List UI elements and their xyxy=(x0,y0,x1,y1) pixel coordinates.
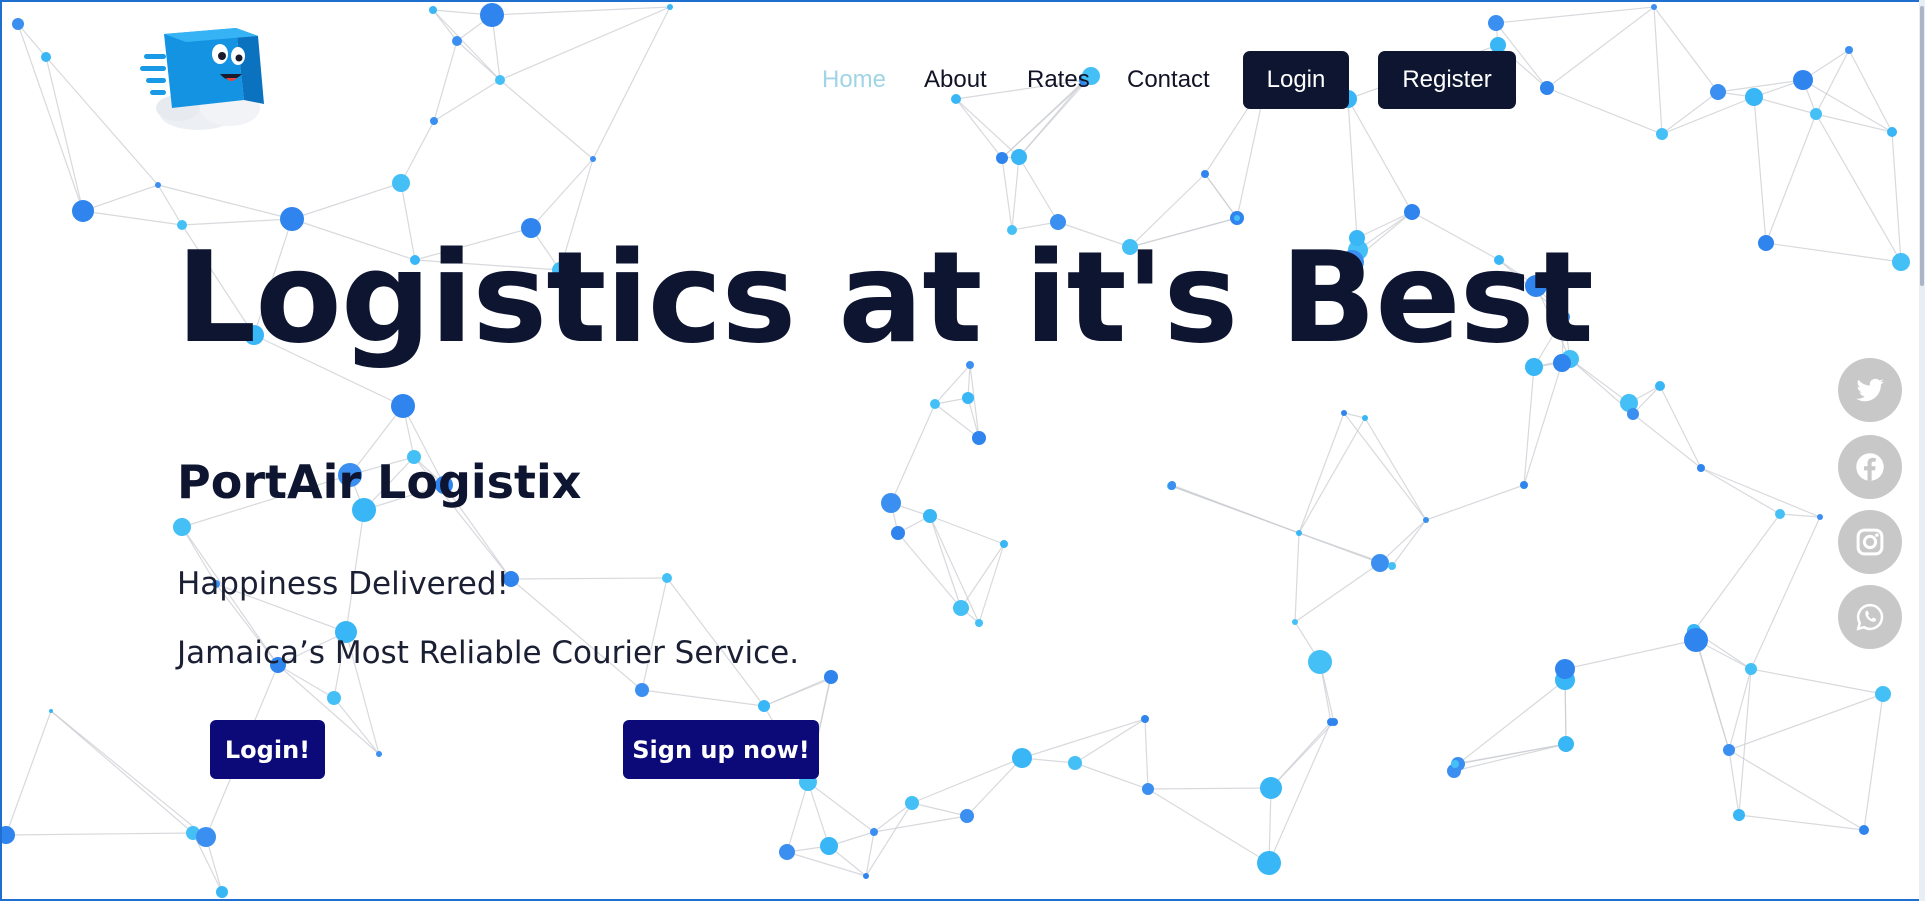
twitter-button[interactable] xyxy=(1838,358,1902,422)
top-nav: Home About Rates Contact Login Register xyxy=(0,51,1925,111)
nav-rates-link[interactable]: Rates xyxy=(1027,66,1090,94)
scrollbar[interactable] xyxy=(1919,0,1925,901)
nav-about-link[interactable]: About xyxy=(924,66,987,94)
company-name: PortAir Logistix xyxy=(177,455,582,509)
whatsapp-icon xyxy=(1856,603,1884,631)
nav-register-button[interactable]: Register xyxy=(1378,51,1516,109)
nav-home-link[interactable]: Home xyxy=(822,66,886,94)
tagline-happiness: Happiness Delivered! xyxy=(177,566,509,602)
nav-contact-link[interactable]: Contact xyxy=(1127,66,1210,94)
instagram-button[interactable] xyxy=(1838,510,1902,574)
whatsapp-button[interactable] xyxy=(1838,585,1902,649)
hero-signup-button[interactable]: Sign up now! xyxy=(623,720,819,779)
nav-login-button[interactable]: Login xyxy=(1243,51,1349,109)
hero-login-button[interactable]: Login! xyxy=(210,720,325,779)
scrollbar-thumb[interactable] xyxy=(1920,6,1924,286)
facebook-icon xyxy=(1856,453,1884,481)
tagline-reliable: Jamaica’s Most Reliable Courier Service. xyxy=(177,635,800,671)
hero-headline: Logistics at it's Best xyxy=(176,224,1594,371)
instagram-icon xyxy=(1856,528,1884,556)
facebook-button[interactable] xyxy=(1838,435,1902,499)
twitter-icon xyxy=(1856,378,1884,402)
